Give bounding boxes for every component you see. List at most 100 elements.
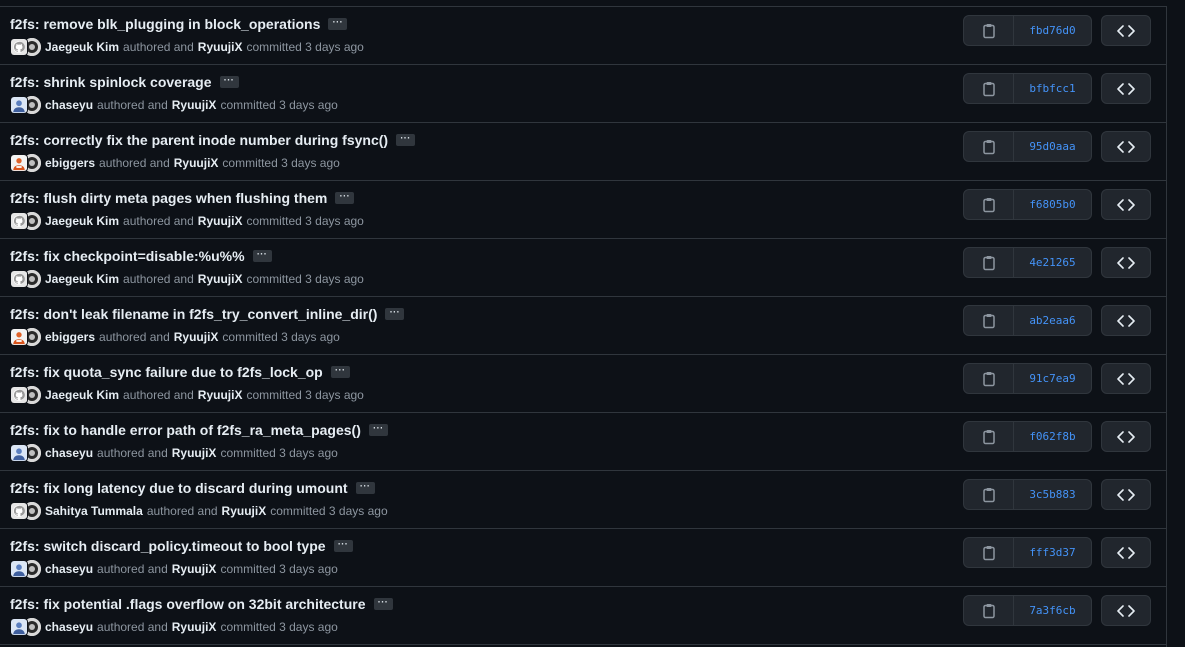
author-name-link[interactable]: Jaegeuk Kim	[45, 40, 119, 54]
commit-sha-link[interactable]: 4e21265	[1014, 248, 1091, 277]
browse-repo-button[interactable]	[1101, 363, 1151, 394]
author-name-link[interactable]: Jaegeuk Kim	[45, 214, 119, 228]
expand-message-button[interactable]: ···	[219, 76, 239, 88]
committer-name-link[interactable]: RyuujiX	[174, 156, 219, 170]
committer-name-link[interactable]: RyuujiX	[172, 98, 217, 112]
copy-sha-button[interactable]	[964, 364, 1014, 393]
author-name-link[interactable]: Jaegeuk Kim	[45, 388, 119, 402]
commit-title-link[interactable]: f2fs: fix quota_sync failure due to f2fs…	[10, 364, 323, 380]
browse-repo-button[interactable]	[1101, 479, 1151, 510]
committed-time[interactable]: committed 3 days ago	[220, 562, 337, 576]
commit-title-link[interactable]: f2fs: flush dirty meta pages when flushi…	[10, 190, 327, 206]
commit-sha-link[interactable]: fbd76d0	[1014, 16, 1091, 45]
commit-sha-link[interactable]: 91c7ea9	[1014, 364, 1091, 393]
author-name-link[interactable]: Sahitya Tummala	[45, 504, 143, 518]
expand-message-button[interactable]: ···	[335, 192, 355, 204]
browse-repo-button[interactable]	[1101, 595, 1151, 626]
browse-repo-button[interactable]	[1101, 537, 1151, 568]
commit-title-link[interactable]: f2fs: don't leak filename in f2fs_try_co…	[10, 306, 377, 322]
committer-name-link[interactable]: RyuujiX	[198, 214, 243, 228]
author-name-link[interactable]: chaseyu	[45, 562, 93, 576]
author-avatar[interactable]	[10, 96, 28, 114]
committed-time[interactable]: committed 3 days ago	[246, 40, 363, 54]
author-name-link[interactable]: chaseyu	[45, 446, 93, 460]
browse-repo-button[interactable]	[1101, 73, 1151, 104]
commit-sha-link[interactable]: f6805b0	[1014, 190, 1091, 219]
copy-sha-button[interactable]	[964, 422, 1014, 451]
expand-message-button[interactable]: ···	[333, 540, 353, 552]
copy-sha-button[interactable]	[964, 306, 1014, 335]
committer-name-link[interactable]: RyuujiX	[172, 446, 217, 460]
committer-name-link[interactable]: RyuujiX	[198, 388, 243, 402]
avatar-stack	[10, 501, 41, 521]
commit-sha-link[interactable]: bfbfcc1	[1014, 74, 1091, 103]
author-avatar[interactable]	[10, 154, 28, 172]
author-avatar[interactable]	[10, 560, 28, 578]
browse-repo-button[interactable]	[1101, 189, 1151, 220]
committer-name-link[interactable]: RyuujiX	[172, 562, 217, 576]
committed-time[interactable]: committed 3 days ago	[222, 156, 339, 170]
expand-message-button[interactable]: ···	[355, 482, 375, 494]
committer-name-link[interactable]: RyuujiX	[198, 40, 243, 54]
author-name-link[interactable]: chaseyu	[45, 620, 93, 634]
expand-message-button[interactable]: ···	[330, 366, 350, 378]
commit-sha-link[interactable]: 7a3f6cb	[1014, 596, 1091, 625]
committed-time[interactable]: committed 3 days ago	[246, 272, 363, 286]
browse-repo-button[interactable]	[1101, 247, 1151, 278]
committer-name-link[interactable]: RyuujiX	[222, 504, 267, 518]
copy-sha-button[interactable]	[964, 248, 1014, 277]
expand-message-button[interactable]: ···	[368, 424, 388, 436]
copy-sha-button[interactable]	[964, 16, 1014, 45]
expand-message-button[interactable]: ···	[373, 598, 393, 610]
commit-sha-link[interactable]: 3c5b883	[1014, 480, 1091, 509]
copy-sha-button[interactable]	[964, 480, 1014, 509]
author-name-link[interactable]: ebiggers	[45, 330, 95, 344]
author-avatar[interactable]	[10, 618, 28, 636]
committed-time[interactable]: committed 3 days ago	[270, 504, 387, 518]
committed-time[interactable]: committed 3 days ago	[246, 214, 363, 228]
author-name-link[interactable]: ebiggers	[45, 156, 95, 170]
author-avatar[interactable]	[10, 38, 28, 56]
expand-message-button[interactable]: ···	[252, 250, 272, 262]
author-avatar[interactable]	[10, 212, 28, 230]
expand-message-button[interactable]: ···	[396, 134, 416, 146]
browse-repo-button[interactable]	[1101, 305, 1151, 336]
copy-sha-button[interactable]	[964, 190, 1014, 219]
copy-sha-button[interactable]	[964, 596, 1014, 625]
commit-title-link[interactable]: f2fs: remove blk_plugging in block_opera…	[10, 16, 320, 32]
commit-title-link[interactable]: f2fs: fix potential .flags overflow on 3…	[10, 596, 366, 612]
committer-name-link[interactable]: RyuujiX	[174, 330, 219, 344]
commit-sha-link[interactable]: fff3d37	[1014, 538, 1091, 567]
commit-title-link[interactable]: f2fs: shrink spinlock coverage	[10, 74, 212, 90]
browse-repo-button[interactable]	[1101, 421, 1151, 452]
committed-time[interactable]: committed 3 days ago	[220, 620, 337, 634]
author-avatar[interactable]	[10, 502, 28, 520]
commit-sha-link[interactable]: 95d0aaa	[1014, 132, 1091, 161]
commit-title-link[interactable]: f2fs: correctly fix the parent inode num…	[10, 132, 388, 148]
browse-repo-button[interactable]	[1101, 131, 1151, 162]
commit-title-link[interactable]: f2fs: fix to handle error path of f2fs_r…	[10, 422, 361, 438]
expand-message-button[interactable]: ···	[328, 18, 348, 30]
author-avatar[interactable]	[10, 328, 28, 346]
committer-name-link[interactable]: RyuujiX	[172, 620, 217, 634]
commit-title-link[interactable]: f2fs: switch discard_policy.timeout to b…	[10, 538, 326, 554]
committer-name-link[interactable]: RyuujiX	[198, 272, 243, 286]
commit-sha-link[interactable]: f062f8b	[1014, 422, 1091, 451]
committed-time[interactable]: committed 3 days ago	[220, 98, 337, 112]
committed-time[interactable]: committed 3 days ago	[220, 446, 337, 460]
commit-title-link[interactable]: f2fs: fix checkpoint=disable:%u%%	[10, 248, 245, 264]
expand-message-button[interactable]: ···	[385, 308, 405, 320]
browse-repo-button[interactable]	[1101, 15, 1151, 46]
author-avatar[interactable]	[10, 386, 28, 404]
committed-time[interactable]: committed 3 days ago	[222, 330, 339, 344]
author-name-link[interactable]: chaseyu	[45, 98, 93, 112]
copy-sha-button[interactable]	[964, 74, 1014, 103]
copy-sha-button[interactable]	[964, 538, 1014, 567]
author-avatar[interactable]	[10, 270, 28, 288]
copy-sha-button[interactable]	[964, 132, 1014, 161]
committed-time[interactable]: committed 3 days ago	[246, 388, 363, 402]
commit-title-link[interactable]: f2fs: fix long latency due to discard du…	[10, 480, 348, 496]
commit-sha-link[interactable]: ab2eaa6	[1014, 306, 1091, 335]
author-avatar[interactable]	[10, 444, 28, 462]
author-name-link[interactable]: Jaegeuk Kim	[45, 272, 119, 286]
